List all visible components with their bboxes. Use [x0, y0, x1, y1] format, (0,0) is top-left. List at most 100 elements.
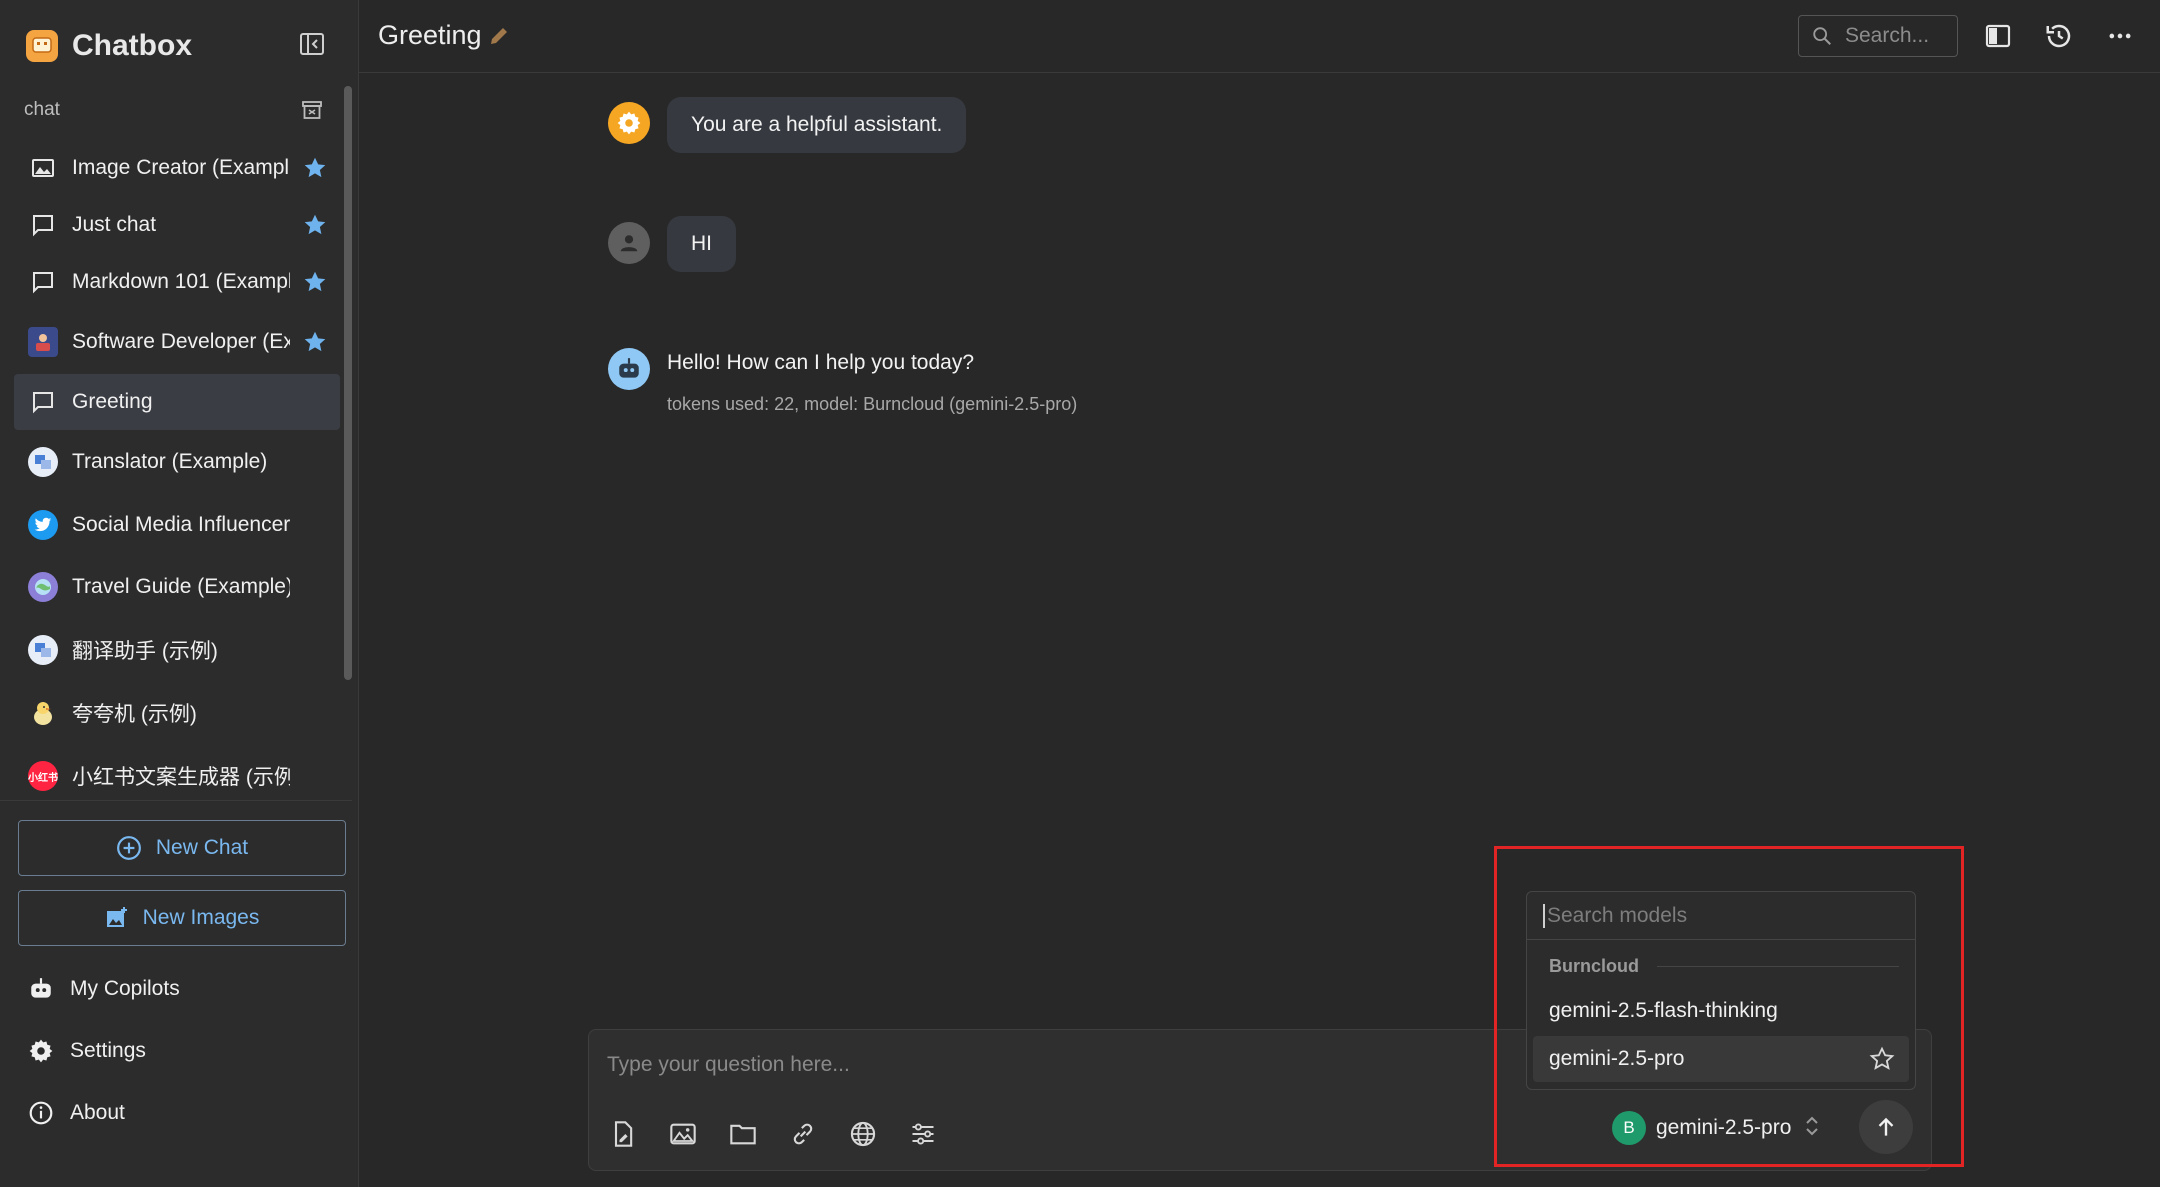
- person-icon: [620, 235, 638, 252]
- model-option-selected[interactable]: gemini-2.5-pro: [1533, 1036, 1909, 1082]
- star-icon[interactable]: [302, 212, 328, 238]
- assistant-message-meta: tokens used: 22, model: Burncloud (gemin…: [667, 394, 1078, 414]
- sidebar-divider: [0, 800, 352, 801]
- session-label: Just chat: [72, 213, 157, 236]
- image-icon: [28, 153, 58, 183]
- split-view-icon[interactable]: [1982, 20, 2014, 52]
- session-item[interactable]: Markdown 101 (Example): [14, 254, 340, 310]
- session-label: 夸夸机 (示例): [72, 703, 197, 726]
- sidebar: Chatbox chat Image Creator (Example) Jus…: [0, 0, 359, 1187]
- developer-avatar: [28, 327, 58, 357]
- user-message: HI: [667, 216, 736, 272]
- text-cursor: [1543, 903, 1545, 928]
- session-item[interactable]: 夸夸机 (示例): [14, 685, 340, 741]
- model-search-input[interactable]: Search models: [1527, 892, 1915, 940]
- sidebar-scrollbar[interactable]: [344, 86, 352, 680]
- search-icon: [1813, 27, 1831, 45]
- my-copilots-label: My Copilots: [70, 977, 180, 1000]
- session-label: Translator (Example): [72, 450, 268, 473]
- chat-bubble-icon: [28, 210, 58, 240]
- session-item[interactable]: Travel Guide (Example): [14, 559, 340, 615]
- system-avatar: [608, 102, 650, 144]
- my-copilots-link[interactable]: My Copilots: [28, 969, 180, 1009]
- xiaohongshu-avatar: 小红书: [28, 761, 58, 791]
- settings-link[interactable]: Settings: [28, 1031, 146, 1071]
- system-message: You are a helpful assistant.: [667, 97, 967, 153]
- duck-avatar: [28, 698, 58, 728]
- session-label: Image Creator (Example): [72, 156, 290, 179]
- session-item[interactable]: 小红书 小红书文案生成器 (示例): [14, 748, 340, 804]
- add-photo-icon: [106, 907, 127, 927]
- app-name: Chatbox: [72, 29, 192, 62]
- session-item[interactable]: Social Media Influencer (Example): [14, 497, 340, 553]
- star-outline-icon[interactable]: [1869, 1046, 1895, 1078]
- about-link[interactable]: About: [28, 1093, 125, 1133]
- search-button[interactable]: Search...: [1798, 15, 1958, 57]
- archive-icon[interactable]: [300, 98, 324, 122]
- chat-bubble-icon: [28, 387, 58, 417]
- file-icon[interactable]: [605, 1116, 641, 1152]
- star-icon[interactable]: [302, 329, 328, 355]
- new-images-button[interactable]: New Images: [18, 890, 346, 946]
- globe-icon[interactable]: [845, 1116, 881, 1152]
- about-label: About: [70, 1101, 125, 1124]
- assistant-message: Hello! How can I help you today?: [667, 351, 975, 374]
- unfold-icon: [1803, 1113, 1821, 1144]
- session-label: Software Developer (Example): [72, 330, 290, 353]
- brand: Chatbox: [26, 26, 192, 66]
- session-item[interactable]: Translator (Example): [14, 434, 340, 490]
- session-item[interactable]: Just chat: [14, 197, 340, 253]
- link-icon[interactable]: [785, 1116, 821, 1152]
- settings-label: Settings: [70, 1039, 146, 1062]
- model-option[interactable]: gemini-2.5-flash-thinking: [1533, 988, 1909, 1034]
- model-group-name: Burncloud: [1549, 956, 1639, 976]
- selected-model-name: gemini-2.5-pro: [1656, 1116, 1792, 1139]
- translator-avatar: [28, 447, 58, 477]
- more-options-icon[interactable]: [2104, 20, 2136, 52]
- chat-bubble-icon: [28, 267, 58, 297]
- gear-icon: [617, 111, 641, 135]
- session-label: Greeting: [72, 390, 153, 413]
- user-avatar: [608, 222, 650, 264]
- session-item[interactable]: Software Developer (Example): [14, 314, 340, 370]
- arrow-up-icon: [1878, 1117, 1894, 1136]
- session-item[interactable]: 翻译助手 (示例): [14, 622, 340, 678]
- new-images-label: New Images: [142, 906, 260, 929]
- header: Greeting Search...: [359, 0, 2160, 73]
- settings-sliders-icon[interactable]: [905, 1116, 941, 1152]
- add-circle-icon: [116, 836, 141, 860]
- assistant-avatar: [608, 348, 650, 390]
- message-input[interactable]: Type your question here...: [607, 1053, 850, 1077]
- info-icon: [29, 1101, 53, 1125]
- session-item-active[interactable]: Greeting: [14, 374, 340, 430]
- model-group-label: Burncloud: [1549, 956, 1899, 977]
- model-selector[interactable]: B gemini-2.5-pro: [1612, 1110, 1821, 1146]
- send-button[interactable]: [1859, 1100, 1913, 1154]
- model-option-label: gemini-2.5-pro: [1549, 1047, 1685, 1070]
- session-item[interactable]: Image Creator (Example): [14, 140, 340, 196]
- session-label: 翻译助手 (示例): [72, 640, 218, 663]
- session-label: Markdown 101 (Example): [72, 270, 290, 293]
- star-icon[interactable]: [302, 269, 328, 295]
- section-label: chat: [24, 99, 60, 120]
- group-divider: [1657, 966, 1899, 967]
- translator-avatar: [28, 635, 58, 665]
- robot-icon: [31, 978, 51, 998]
- provider-badge: B: [1612, 1111, 1646, 1145]
- new-chat-button[interactable]: New Chat: [18, 820, 346, 876]
- edit-pencil-icon[interactable]: [487, 24, 511, 53]
- history-icon[interactable]: [2043, 20, 2075, 52]
- model-search-placeholder: Search models: [1547, 903, 1688, 927]
- star-icon[interactable]: [302, 155, 328, 181]
- image-icon[interactable]: [665, 1116, 701, 1152]
- folder-icon[interactable]: [725, 1116, 761, 1152]
- new-chat-label: New Chat: [155, 836, 249, 859]
- session-label: Travel Guide (Example): [72, 575, 290, 598]
- model-menu: Search models Burncloud gemini-2.5-flash…: [1526, 891, 1916, 1090]
- twitter-avatar: [28, 510, 58, 540]
- search-placeholder: Search...: [1845, 24, 1930, 47]
- session-label: 小红书文案生成器 (示例): [72, 766, 290, 789]
- collapse-sidebar-icon[interactable]: [298, 30, 328, 60]
- travel-avatar: [28, 572, 58, 602]
- gear-icon: [29, 1039, 53, 1063]
